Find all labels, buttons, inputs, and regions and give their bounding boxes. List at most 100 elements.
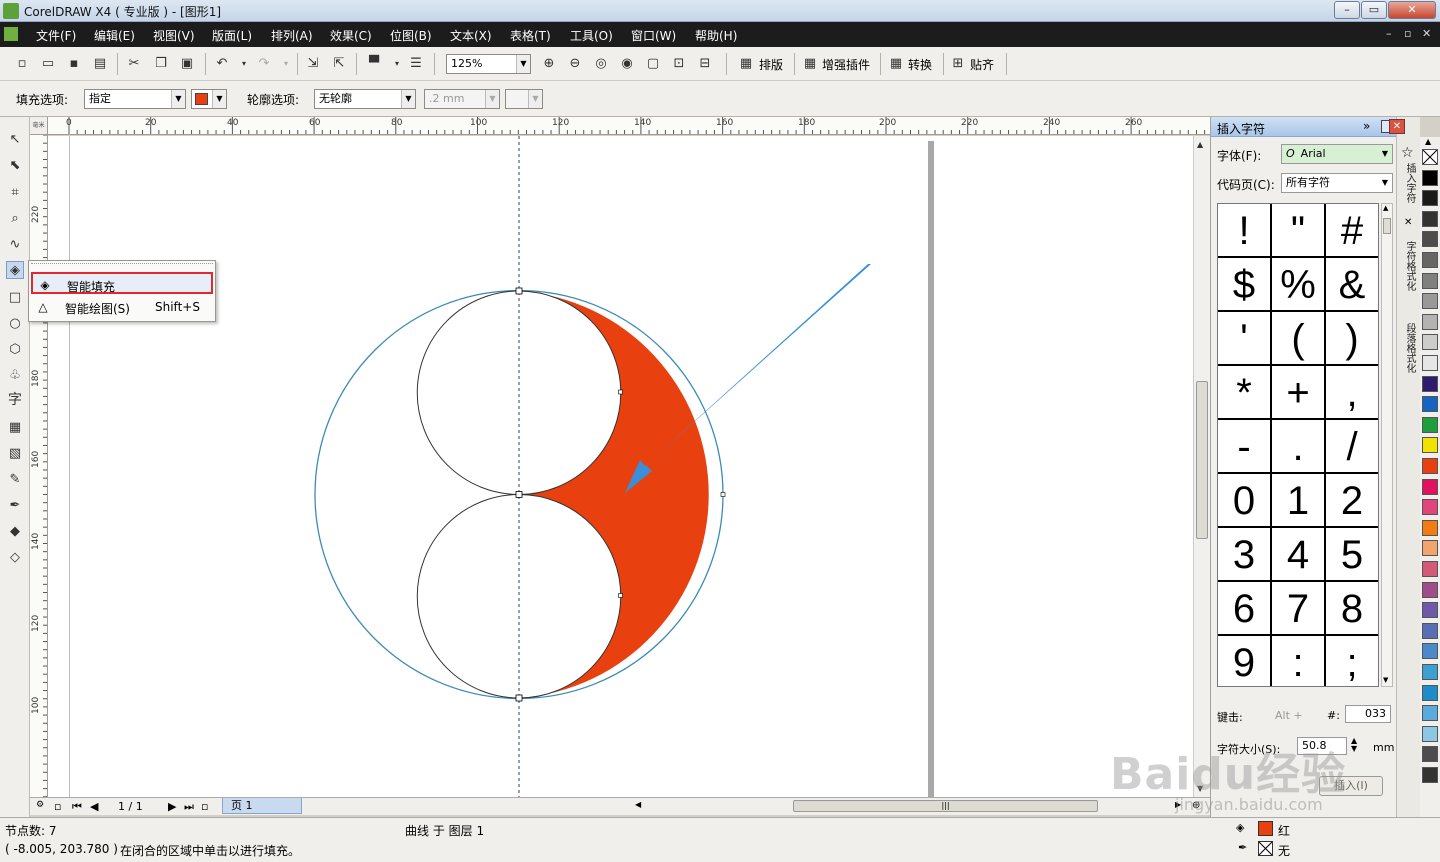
palette-swatch[interactable]: [1422, 664, 1438, 680]
node-handle[interactable]: [515, 287, 523, 295]
redo-icon[interactable]: ↷: [256, 56, 272, 72]
character-scroll-thumb[interactable]: [1383, 218, 1391, 234]
character-cell[interactable]: ": [1272, 204, 1326, 258]
character-cell[interactable]: /: [1326, 420, 1378, 474]
palette-swatch[interactable]: [1422, 643, 1438, 660]
open-folder-icon[interactable]: ▭: [40, 56, 56, 72]
convert-button[interactable]: 转换: [908, 56, 932, 73]
horizontal-scroll-thumb[interactable]: |||: [793, 800, 1098, 812]
page-options-icon[interactable]: ⚙: [36, 800, 44, 810]
launcher-dropdown-icon[interactable]: ▾: [389, 56, 405, 72]
close-button[interactable]: ✕: [1388, 1, 1436, 19]
node-handle[interactable]: [618, 593, 623, 598]
character-cell[interactable]: 6: [1218, 582, 1272, 636]
mdi-close-button[interactable]: ✕: [1422, 27, 1431, 40]
zoom-all-objects-icon[interactable]: ◉: [619, 56, 635, 72]
outline-width-select[interactable]: .2 mm ▼: [424, 89, 500, 109]
character-cell[interactable]: 5: [1326, 528, 1378, 582]
polygon-tool-icon[interactable]: ⬡: [6, 341, 24, 359]
zoom-width-icon[interactable]: ⊡: [671, 56, 687, 72]
node-handle[interactable]: [720, 492, 726, 497]
palette-swatch[interactable]: [1422, 169, 1438, 186]
zoom-selected-icon[interactable]: ◎: [593, 56, 609, 72]
fill-options-select[interactable]: 指定 ▼: [84, 89, 186, 109]
scroll-down-icon[interactable]: ▼: [1383, 676, 1388, 684]
freehand-tool-icon[interactable]: ∿: [6, 236, 24, 254]
palette-swatch[interactable]: [1422, 561, 1438, 577]
palette-swatch[interactable]: [1422, 437, 1438, 454]
character-cell[interactable]: ;: [1326, 636, 1378, 686]
first-page-icon[interactable]: ⏮: [72, 800, 82, 814]
minimize-button[interactable]: –: [1334, 1, 1360, 19]
layout-button[interactable]: 排版: [759, 56, 783, 73]
pin-star-icon[interactable]: ☆: [1401, 145, 1414, 161]
palette-swatch[interactable]: [1422, 149, 1438, 165]
crop-tool-icon[interactable]: ⌗: [6, 184, 24, 202]
menu-effects[interactable]: 效果(C): [330, 27, 372, 44]
zoom-out-icon[interactable]: ⊖: [567, 56, 583, 72]
character-cell[interactable]: $: [1218, 258, 1272, 312]
pick-tool-icon[interactable]: ↖: [6, 131, 24, 149]
snap-button[interactable]: 贴齐: [970, 56, 994, 73]
menu-table[interactable]: 表格(T): [510, 27, 551, 44]
palette-swatch[interactable]: [1422, 478, 1438, 495]
undo-icon[interactable]: ↶: [214, 56, 230, 72]
basic-shapes-tool-icon[interactable]: ♧: [6, 367, 24, 385]
node-handle[interactable]: [618, 389, 623, 395]
horizontal-ruler[interactable]: 0 20 40 60 80 100 120 140 160 180 200 22…: [48, 117, 1210, 135]
character-cell[interactable]: +: [1272, 366, 1326, 420]
welcome-screen-icon[interactable]: ☰: [408, 56, 424, 72]
smart-fill-tool-icon[interactable]: ◈: [6, 261, 24, 279]
page-tab-1[interactable]: 页 1: [222, 798, 302, 814]
palette-swatch[interactable]: [1422, 293, 1438, 310]
palette-swatch[interactable]: [1422, 252, 1438, 268]
zoom-page-icon[interactable]: ▢: [645, 56, 661, 72]
chevron-down-icon[interactable]: ▼: [485, 90, 499, 108]
copy-icon[interactable]: ❐: [153, 56, 169, 72]
application-launcher-icon[interactable]: ▀: [366, 56, 382, 72]
previous-page-icon[interactable]: ◀: [90, 800, 98, 813]
node-handle[interactable]: [515, 694, 523, 702]
mdi-restore-button[interactable]: ▫: [1404, 27, 1411, 40]
character-cell[interactable]: *: [1218, 366, 1272, 420]
menu-edit[interactable]: 编辑(E): [94, 27, 135, 44]
character-cell[interactable]: !: [1218, 204, 1272, 258]
flyout-grip[interactable]: [31, 263, 213, 267]
character-cell[interactable]: %: [1272, 258, 1326, 312]
zoom-level-select[interactable]: 125% ▼: [446, 54, 531, 74]
docker-close-button[interactable]: ✕: [1389, 119, 1405, 134]
outline-pen-tool-icon[interactable]: ✒: [6, 497, 24, 515]
palette-swatch[interactable]: [1422, 458, 1438, 474]
document-icon[interactable]: [4, 27, 18, 41]
fill-tool-icon[interactable]: ◆: [6, 523, 24, 541]
node-handle[interactable]: [515, 491, 523, 498]
outline-color-status-swatch[interactable]: [1258, 841, 1273, 856]
smart-fill-item[interactable]: ◈ 智能填充: [31, 272, 213, 294]
tab-paragraph-formatting[interactable]: 段落格式化: [1402, 323, 1417, 373]
next-page-icon[interactable]: ▶: [168, 800, 176, 813]
menu-arrange[interactable]: 排列(A): [271, 27, 313, 44]
shape-tool-icon[interactable]: ⬉: [6, 157, 24, 175]
menu-view[interactable]: 视图(V): [153, 27, 195, 44]
character-cell[interactable]: 9: [1218, 636, 1272, 686]
mdi-minimize-button[interactable]: –: [1386, 27, 1392, 40]
insert-page-before-icon[interactable]: ▫: [54, 800, 61, 813]
scroll-up-icon[interactable]: ▲: [1383, 204, 1388, 212]
menu-window[interactable]: 窗口(W): [631, 27, 676, 44]
palette-swatch[interactable]: [1422, 375, 1438, 392]
palette-swatch[interactable]: [1422, 602, 1438, 619]
plugin-icon[interactable]: ▦: [802, 56, 818, 72]
artwork[interactable]: [48, 136, 1193, 797]
coreldraw-app-icon[interactable]: [3, 3, 19, 19]
close-tab-icon[interactable]: ✕: [1404, 217, 1412, 228]
fill-color-picker[interactable]: ▼: [191, 89, 227, 109]
save-icon[interactable]: ▪: [66, 56, 82, 72]
undo-dropdown-icon[interactable]: ▾: [236, 56, 252, 72]
menu-text[interactable]: 文本(X): [450, 27, 492, 44]
palette-swatch[interactable]: [1422, 210, 1438, 227]
menu-bitmaps[interactable]: 位图(B): [390, 27, 432, 44]
palette-swatch[interactable]: [1422, 499, 1438, 516]
character-cell[interactable]: :: [1272, 636, 1326, 686]
ellipse-tool-icon[interactable]: ○: [6, 315, 24, 333]
character-cell[interactable]: ): [1326, 312, 1378, 366]
